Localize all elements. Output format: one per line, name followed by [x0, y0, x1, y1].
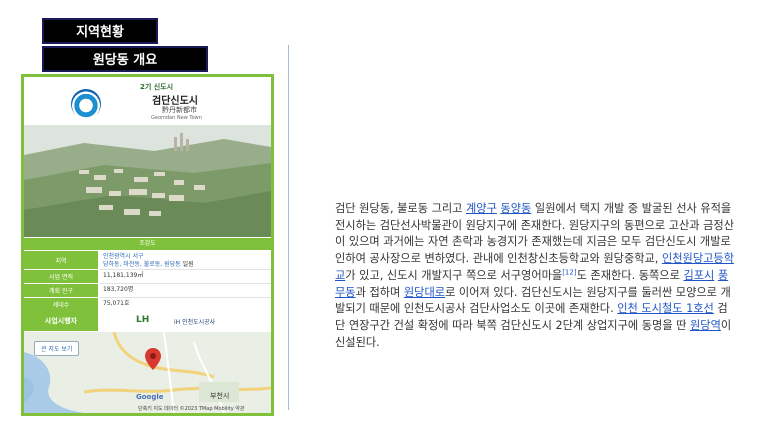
- row-value: 75,071호: [103, 300, 130, 307]
- info-row-area: 지역 인천광역시 서구 당하동, 마전동, 불로동, 원당동 일원: [24, 251, 271, 269]
- row-key: 지역: [24, 251, 98, 269]
- link-gimpo-si[interactable]: 김포시: [683, 269, 714, 282]
- info-row-households: 세대수 75,071호: [24, 298, 271, 311]
- table-title: 조감도: [24, 238, 271, 250]
- operator-key: 사업시행자: [24, 311, 98, 331]
- row-key: 세대수: [24, 298, 98, 311]
- geomdan-emblem-icon: [71, 89, 101, 119]
- link-wondang-station[interactable]: 원당역: [690, 319, 721, 332]
- row-value-city: 인천광역시 서구: [103, 253, 144, 260]
- link-wondang-daero[interactable]: 원당대로: [404, 286, 445, 299]
- google-logo: Google: [136, 393, 164, 401]
- section-label-overview: 원당동 개요: [42, 46, 208, 72]
- lh-logo: LH: [136, 315, 150, 325]
- link-gyeyang-gu[interactable]: 계양구: [466, 202, 497, 215]
- logo-english: Geomdan New Town: [151, 115, 202, 121]
- link-dongyang-dong[interactable]: 동양동: [500, 202, 531, 215]
- row-value-dong-links[interactable]: 당하동, 마전동, 불로동, 원당동: [103, 261, 181, 268]
- section-label-region: 지역현황: [42, 18, 158, 44]
- text-run: 가 있고, 신도시 개발지구 쪽으로 서구영어마을: [345, 268, 563, 282]
- overview-paragraph: 검단 원당동, 불로동 그리고 계양구 동양동 일원에서 택지 개발 중 발굴된…: [335, 201, 735, 351]
- text-run: 도 존재한다. 동쪽으로: [576, 268, 684, 282]
- aerial-rendering-image: [24, 125, 271, 237]
- logo-subtitle: 2기 신도시: [140, 83, 174, 91]
- operator-row: 사업시행자 LH iH 인천도시공사: [24, 311, 271, 331]
- text-run: 과 접하며: [355, 285, 404, 299]
- logo-hanja: 黔丹新都市: [162, 106, 197, 114]
- text-run: 검단 원당동, 불로동 그리고: [335, 202, 466, 215]
- ih-logo: iH 인천도시공사: [174, 319, 216, 326]
- info-card: 2기 신도시 검단신도시 黔丹新都市 Geomdan New Town 조감도 …: [21, 74, 274, 416]
- row-value: 183,720명: [103, 286, 134, 293]
- footnote-link[interactable]: [12]: [562, 268, 576, 276]
- city-logo: 2기 신도시 검단신도시 黔丹新都市 Geomdan New Town: [24, 77, 271, 125]
- view-larger-map-button[interactable]: 큰 지도 보기: [34, 341, 80, 356]
- vertical-divider: [288, 45, 289, 410]
- info-row-population: 계획 인구 183,720명: [24, 284, 271, 297]
- link-incheon-subway-line-1[interactable]: 인천 도시철도 1호선: [617, 302, 714, 315]
- map-city-label: 부천시: [210, 392, 230, 400]
- map-attribution: 단축키 지도 데이터 ©2023 TMap Mobility 약관: [138, 406, 245, 412]
- row-value: 11,181,139㎡: [103, 272, 144, 279]
- row-value-tail: 일원: [180, 261, 194, 268]
- row-key: 사업 면적: [24, 270, 98, 283]
- embedded-map[interactable]: 큰 지도 보기 부천시 Google 단축키 지도 데이터 ©2023 TMap…: [24, 332, 271, 413]
- row-key: 계획 인구: [24, 284, 98, 297]
- info-row-area-size: 사업 면적 11,181,139㎡: [24, 270, 271, 283]
